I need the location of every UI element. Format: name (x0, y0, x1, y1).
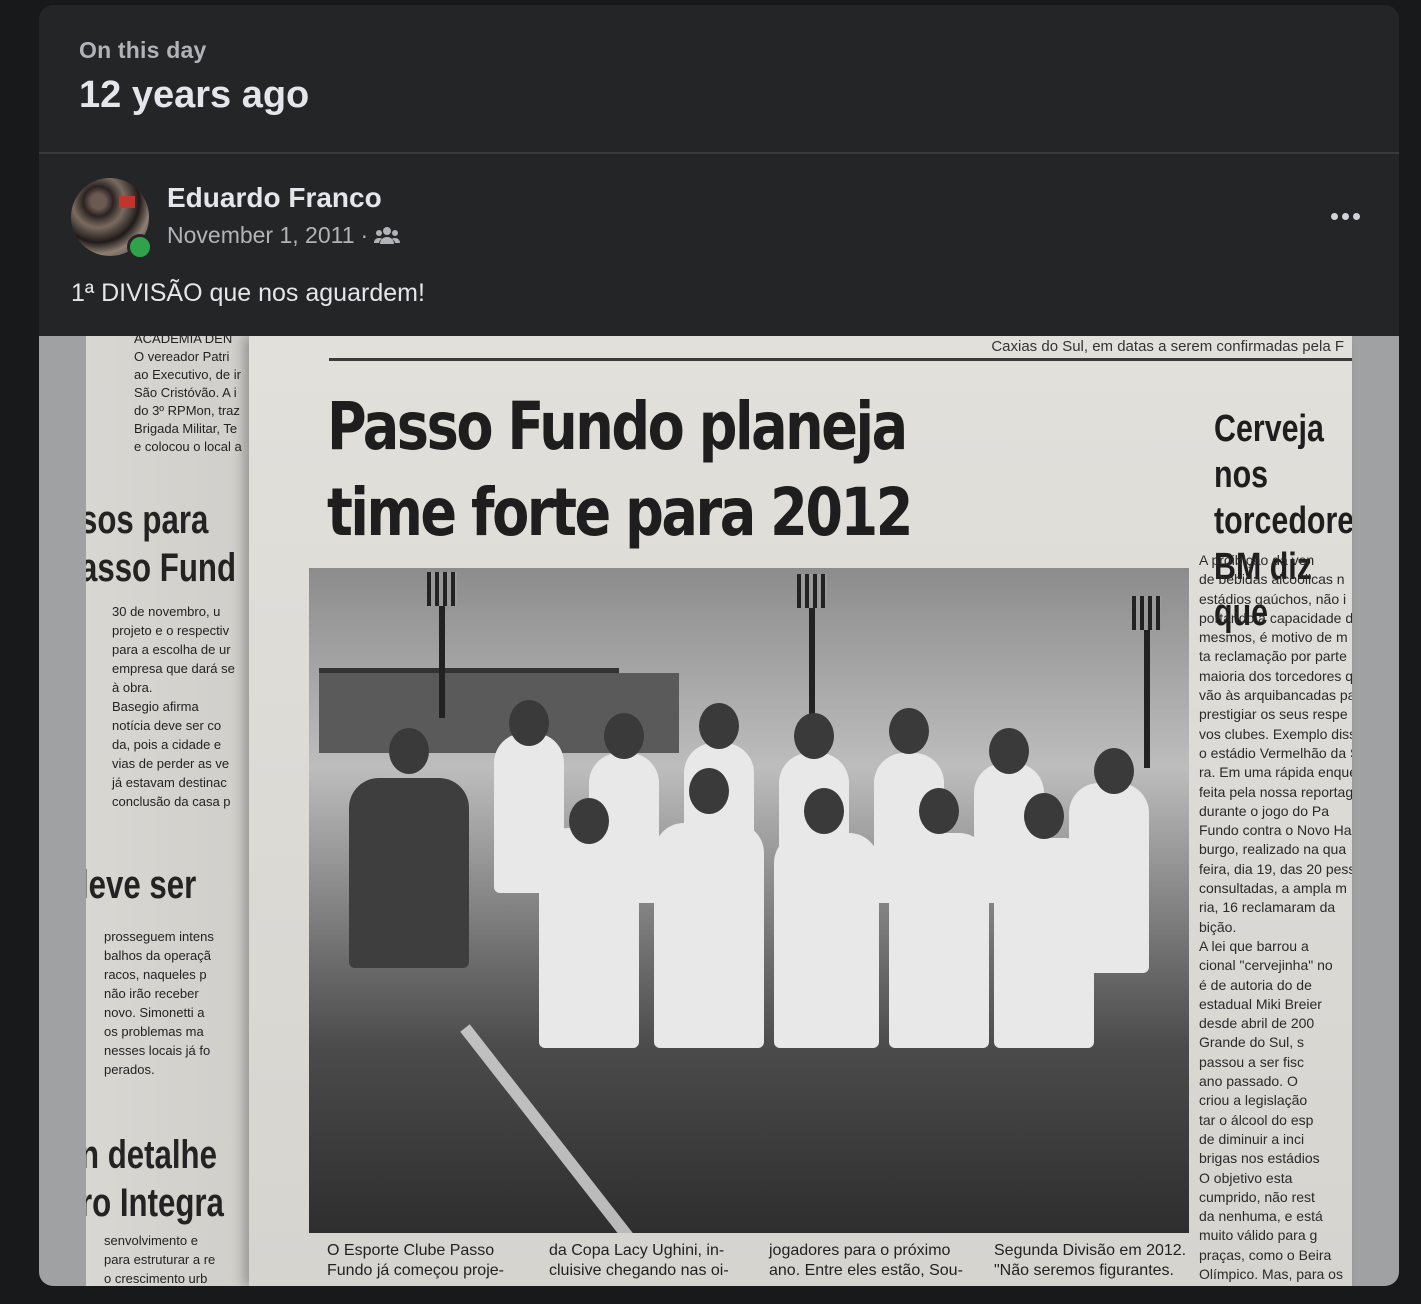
newspaper-heading: ro Integra (86, 1181, 224, 1225)
newspaper-top-line: Caxias do Sul, em datas a serem confirma… (991, 338, 1344, 355)
newspaper-text: 30 de novembro, u projeto e o respectiv … (112, 604, 235, 809)
newspaper-heading: sos para (86, 498, 209, 542)
newspaper-heading: leve ser (86, 863, 197, 907)
memory-card: On this day 12 years ago Eduardo Franco … (39, 5, 1399, 1286)
author-name[interactable]: Eduardo Franco (167, 182, 382, 214)
more-options-button[interactable] (1319, 196, 1371, 236)
post-date[interactable]: November 1, 2011 (167, 222, 355, 249)
newspaper-text: senvolvimento e para estruturar a re o c… (104, 1233, 216, 1286)
newspaper-column: O Esporte Clube Passo Fundo já começou p… (327, 1242, 504, 1279)
post-photo[interactable]: ACADEMIA DEN O vereador Patri ao Executi… (39, 336, 1399, 1286)
newspaper-main-page: Caxias do Sul, em datas a serem confirma… (249, 336, 1352, 1286)
meta-separator: · (360, 222, 369, 248)
friends-icon[interactable] (374, 226, 401, 246)
memory-years-ago: 12 years ago (79, 74, 310, 116)
newspaper-column: jogadores para o próximo ano. Entre eles… (769, 1242, 963, 1279)
post-text: 1ª DIVISÃO que nos aguardem! (71, 279, 425, 307)
newspaper-heading: asso Fund (86, 546, 237, 590)
newspaper-rule (329, 358, 1352, 361)
divider (39, 152, 1399, 154)
dot-icon (1352, 212, 1360, 220)
newspaper-column: Segunda Divisão em 2012. "Não seremos fi… (994, 1242, 1187, 1279)
team-photo (309, 568, 1189, 1233)
online-status-indicator (127, 234, 153, 260)
dot-icon (1341, 212, 1349, 220)
newspaper-headline: Passo Fundo planeja time forte para 2012 (327, 388, 913, 551)
newspaper-heading: n detalhe (86, 1133, 217, 1177)
post-meta: November 1, 2011 · (167, 222, 401, 249)
dot-icon (1330, 212, 1338, 220)
newspaper-right-text: A proibição da ven de bebidas alcoólicas… (1199, 552, 1352, 1286)
newspaper-left-page: ACADEMIA DEN O vereador Patri ao Executi… (86, 336, 276, 1286)
memory-label: On this day (79, 37, 207, 63)
newspaper-text: prosseguem intens balhos da operaçã raco… (104, 929, 214, 1077)
memory-header: On this day 12 years ago (79, 37, 309, 117)
post-header: Eduardo Franco November 1, 2011 · (71, 178, 1371, 260)
newspaper-column: da Copa Lacy Ughini, in- cluisive chegan… (549, 1242, 729, 1279)
